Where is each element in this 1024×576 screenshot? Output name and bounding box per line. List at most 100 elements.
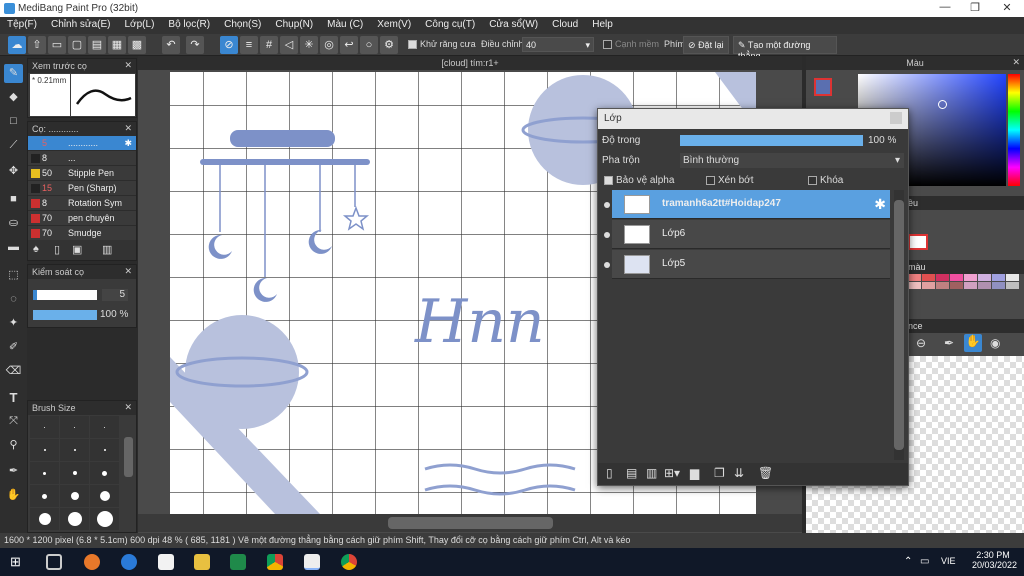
windows-start-icon[interactable]: ⊞ [10,554,26,570]
menu-layer[interactable]: Lớp(L) [118,17,162,32]
size-slider[interactable] [33,290,97,300]
firefox-icon[interactable] [84,554,100,570]
brush-list-item[interactable]: 8... [28,151,136,166]
hand-icon[interactable]: ✋ [964,334,982,352]
brush-settings-icon[interactable]: ▥ [102,243,112,256]
menu-help[interactable]: Help [585,17,620,32]
brush-size-cell[interactable] [30,508,59,530]
gradient-tool-icon[interactable]: ▬ [4,238,23,257]
brush-size-cell[interactable] [30,439,59,461]
layer-opacity-slider[interactable] [680,135,863,146]
menu-color[interactable]: Màu (C) [320,17,370,32]
document-tab[interactable]: [cloud] tím:r1+ [138,56,802,70]
menu-tools[interactable]: Công cụ(T) [418,17,482,32]
chevron-up-icon[interactable]: ⌃ [904,556,912,567]
brush-size-cell[interactable] [90,439,119,461]
store-icon[interactable] [158,554,174,570]
snap-perspective-icon[interactable]: ◁ [280,36,298,54]
magic-wand-icon[interactable]: ✦ [4,314,23,333]
brush-size-cell[interactable] [90,485,119,507]
brush-size-cell[interactable] [60,485,89,507]
protect-alpha-checkbox[interactable]: Bảo vệ alpha [604,175,674,186]
clipping-checkbox[interactable]: Xén bớt [706,175,753,186]
brush-size-cell[interactable] [90,462,119,484]
brush-list-item[interactable]: 70 pen chuyên [28,211,136,226]
close-icon[interactable]: ✕ [124,123,132,134]
palette-swatch[interactable] [908,274,921,281]
menu-select[interactable]: Chọn(S) [217,17,268,32]
hue-slider[interactable] [1008,74,1020,186]
layer-window-close-icon[interactable] [890,112,902,124]
select-rect-icon[interactable]: ⬚ [4,266,23,285]
palette-swatch[interactable] [992,274,1005,281]
snap-radial-icon[interactable]: ✳ [300,36,318,54]
brush-size-cell[interactable] [60,416,89,438]
close-icon[interactable]: ✕ [124,402,132,413]
eraser-tool-icon[interactable]: ◆ [4,88,23,107]
brush-tool-icon[interactable]: ✎ [4,64,23,83]
chrome-profile-icon[interactable] [341,554,357,570]
layer-row[interactable]: tramanh6a2tt#Hoidap247 ✱ [604,190,890,219]
record-icon[interactable]: ◉ [990,336,1000,350]
eyedropper-icon[interactable]: ✒ [944,336,954,350]
medibang-icon[interactable] [304,554,320,570]
primary-color-swatch[interactable] [814,78,832,96]
menu-filter[interactable]: Bộ lọc(R) [161,17,217,32]
brush-size-cell[interactable] [30,485,59,507]
palette-swatch[interactable] [1006,282,1019,289]
layer-thumb[interactable] [908,234,928,250]
snap-concentric-icon[interactable]: ◎ [320,36,338,54]
close-icon[interactable]: ✕ [1012,57,1020,68]
straight-line-button[interactable]: ✎ Tạo một đường thẳng [733,36,837,61]
palette-swatch[interactable] [950,282,963,289]
snap-off-icon[interactable]: ⊘ [220,36,238,54]
horizontal-scrollbar[interactable] [138,514,802,532]
clock[interactable]: 2:30 PM 20/03/2022 [972,550,1017,570]
merge-down-icon[interactable]: ⇊ [734,466,744,480]
brush-size-cell[interactable] [90,508,119,530]
text-tool-icon[interactable]: T [4,388,23,407]
folder-icon[interactable]: ▆ [690,466,699,480]
brush-list-item[interactable]: 50 Stipple Pen [28,166,136,181]
page-icon[interactable]: ▤ [88,36,106,54]
add-layer-menu-icon[interactable]: ⊞▾ [664,466,680,480]
edge-icon[interactable] [121,554,137,570]
grid-page-icon[interactable]: ▦ [108,36,126,54]
brush-size-cell[interactable] [60,439,89,461]
rect-tool-icon[interactable]: □ [4,112,23,131]
eye-icon[interactable] [604,202,610,208]
blend-select[interactable]: Bình thường ▾ [680,153,904,168]
excel-icon[interactable] [230,554,246,570]
move-tool-icon[interactable]: ✥ [4,162,23,181]
menu-view[interactable]: Xem(V) [370,17,418,32]
line-tool-icon[interactable]: ⟋ [4,136,23,155]
chat-icon[interactable]: ▢ [68,36,86,54]
lasso-icon[interactable]: ◌ [4,290,23,309]
undo-icon[interactable]: ↶ [162,36,180,54]
operation-tool-icon[interactable]: ⤧ [4,412,23,431]
close-icon[interactable]: ✕ [124,266,132,277]
brush-size-cell[interactable] [60,462,89,484]
menu-snap[interactable]: Chụp(N) [268,17,320,32]
palette-swatch[interactable] [978,282,991,289]
brush-list-item[interactable]: 5............ ✱ [28,136,136,151]
palette-swatch[interactable] [922,274,935,281]
antialias-checkbox[interactable]: Khử răng cưa [408,39,476,50]
upload-icon[interactable]: ⇧ [28,36,46,54]
settings-icon[interactable]: ⚙ [380,36,398,54]
hand-tool-icon[interactable]: ✋ [4,486,23,505]
brush-menu-icon[interactable]: ▣ [72,243,82,256]
gear-icon[interactable]: ✱ [874,196,886,213]
palette-swatch[interactable] [950,274,963,281]
layer-scrollbar[interactable] [894,190,904,460]
menu-edit[interactable]: Chỉnh sửa(E) [44,17,118,32]
palette-swatch[interactable] [908,282,921,289]
snap-curve-icon[interactable]: ↩ [340,36,358,54]
palette-swatch[interactable] [922,282,935,289]
lock-checkbox[interactable]: Khóa [808,175,843,186]
network-icon[interactable]: ▭ [920,556,929,567]
select-pen-icon[interactable]: ✐ [4,338,23,357]
snap-grid-icon[interactable]: # [260,36,278,54]
snap-circle-icon[interactable]: ○ [360,36,378,54]
opacity-slider[interactable] [33,310,97,320]
